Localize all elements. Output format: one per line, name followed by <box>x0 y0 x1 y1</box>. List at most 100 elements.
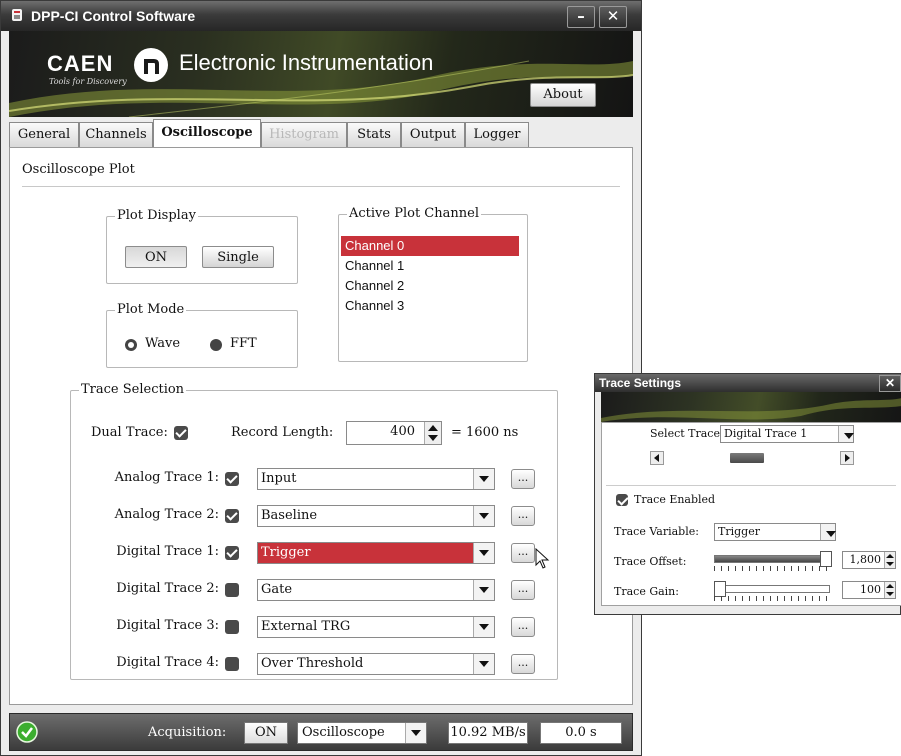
digital-trace-1-row: Digital Trace 1: Trigger ... <box>71 542 557 569</box>
digital-trace-3-settings-button[interactable]: ... <box>511 617 535 637</box>
analog-trace-2-checkbox[interactable] <box>225 509 239 523</box>
digital-trace-4-settings-button[interactable]: ... <box>511 654 535 674</box>
tab-general[interactable]: General <box>9 122 79 147</box>
trace-variable-dropdown[interactable]: Trigger <box>714 523 836 541</box>
scroll-left-icon[interactable] <box>650 451 664 465</box>
digital-trace-4-checkbox[interactable] <box>225 657 239 671</box>
plot-single-button[interactable]: Single <box>202 246 274 268</box>
digital-trace-1-label: Digital Trace 1: <box>116 544 219 559</box>
select-trace-dropdown[interactable]: Digital Trace 1 <box>720 425 854 443</box>
fft-radio-icon[interactable] <box>210 339 222 351</box>
analog-trace-1-select[interactable]: Input <box>257 468 495 490</box>
chevron-down-icon[interactable] <box>473 617 494 637</box>
wave-radio-label: Wave <box>145 336 181 351</box>
analog-trace-2-select[interactable]: Baseline <box>257 505 495 527</box>
chevron-down-icon[interactable] <box>820 524 836 540</box>
tab-output[interactable]: Output <box>401 122 465 147</box>
digital-trace-3-select[interactable]: External TRG <box>257 616 495 638</box>
data-rate-display: 10.92 MB/s <box>448 722 528 744</box>
trace-enabled-checkbox[interactable] <box>616 494 628 506</box>
scroll-thumb[interactable] <box>730 453 764 463</box>
channel-list-item-3[interactable]: Channel 3 <box>341 296 519 316</box>
analog-trace-2-row: Analog Trace 2: Baseline ... <box>71 505 557 527</box>
trace-offset-slider[interactable] <box>714 551 832 573</box>
tab-stats[interactable]: Stats <box>347 122 401 147</box>
channel-list[interactable]: Channel 0 Channel 1 Channel 2 Channel 3 <box>339 215 525 359</box>
record-length-spin-icon[interactable] <box>424 422 441 444</box>
channel-list-item-2[interactable]: Channel 2 <box>341 276 519 296</box>
trace-settings-divider <box>606 485 896 486</box>
close-icon: ✕ <box>606 7 620 25</box>
digital-trace-1-select[interactable]: Trigger <box>257 542 495 564</box>
trace-enabled-label: Trace Enabled <box>634 493 716 506</box>
trace-gain-spinner[interactable]: 100 <box>842 581 896 599</box>
chevron-down-icon[interactable] <box>473 469 494 489</box>
tab-oscilloscope[interactable]: Oscilloscope <box>153 119 261 148</box>
trace-variable-label: Trace Variable: <box>614 525 699 538</box>
tab-channels[interactable]: Channels <box>79 122 153 147</box>
digital-trace-4-row: Digital Trace 4: Over Threshold ... <box>71 653 557 675</box>
analog-trace-1-checkbox[interactable] <box>225 472 239 486</box>
caen-logo-icon <box>133 47 169 83</box>
digital-trace-1-value: Trigger <box>261 545 311 560</box>
trace-gain-spin-icon[interactable] <box>884 582 895 598</box>
channel-list-item-0[interactable]: Channel 0 <box>341 236 519 256</box>
trace-gain-handle[interactable] <box>714 581 726 597</box>
close-button[interactable]: ✕ <box>599 6 627 28</box>
minimize-button[interactable]: – <box>567 6 595 28</box>
trace-offset-handle[interactable] <box>820 551 832 567</box>
chevron-down-icon[interactable] <box>405 723 426 743</box>
trace-settings-banner <box>601 392 901 422</box>
status-bar: Acquisition: ON Oscilloscope 10.92 MB/s … <box>9 713 633 751</box>
wave-radio-option[interactable]: Wave <box>125 336 195 352</box>
trace-offset-value: 1,800 <box>849 553 882 566</box>
plot-display-legend: Plot Display <box>115 208 198 223</box>
plot-on-button[interactable]: ON <box>125 246 187 268</box>
digital-trace-3-row: Digital Trace 3: External TRG ... <box>71 616 557 638</box>
chevron-down-icon[interactable] <box>838 426 854 442</box>
elapsed-time-display: 0.0 s <box>540 722 622 744</box>
app-icon <box>9 7 25 23</box>
trace-gain-slider[interactable] <box>714 581 832 603</box>
chevron-down-icon[interactable] <box>473 580 494 600</box>
banner: CAEN Tools for Discovery Electronic Inst… <box>9 31 633 117</box>
scroll-right-icon[interactable] <box>840 451 854 465</box>
trace-selector-scrollbar[interactable] <box>650 451 854 465</box>
fft-radio-label: FFT <box>230 336 257 351</box>
acquisition-on-button[interactable]: ON <box>244 722 288 744</box>
digital-trace-1-checkbox[interactable] <box>225 546 239 560</box>
tab-logger[interactable]: Logger <box>465 122 529 147</box>
acquisition-mode-select[interactable]: Oscilloscope <box>297 722 427 744</box>
digital-trace-2-checkbox[interactable] <box>225 583 239 597</box>
analog-trace-1-settings-button[interactable]: ... <box>511 469 535 489</box>
chevron-down-icon[interactable] <box>473 506 494 526</box>
minimize-icon: – <box>577 7 585 25</box>
channel-list-item-1[interactable]: Channel 1 <box>341 256 519 276</box>
digital-trace-3-checkbox[interactable] <box>225 620 239 634</box>
digital-trace-2-select[interactable]: Gate <box>257 579 495 601</box>
digital-trace-1-settings-button[interactable]: ... <box>511 543 535 563</box>
trace-offset-spin-icon[interactable] <box>884 552 895 568</box>
trace-settings-close-icon[interactable]: ✕ <box>879 375 901 392</box>
title-bar[interactable]: DPP-CI Control Software – ✕ <box>1 1 641 31</box>
digital-trace-4-select[interactable]: Over Threshold <box>257 653 495 675</box>
chevron-down-icon[interactable] <box>473 543 494 563</box>
trace-offset-ticks <box>714 566 828 571</box>
wave-radio-icon[interactable] <box>125 339 137 351</box>
dual-trace-checkbox[interactable] <box>174 426 188 440</box>
record-length-spinner[interactable]: 400 <box>346 421 442 445</box>
digital-trace-4-value: Over Threshold <box>261 656 364 671</box>
acquisition-mode-value: Oscilloscope <box>302 725 385 740</box>
trace-variable-value: Trigger <box>718 525 760 538</box>
digital-trace-2-value: Gate <box>261 582 293 597</box>
digital-trace-2-settings-button[interactable]: ... <box>511 580 535 600</box>
trace-selection-group: Trace Selection Dual Trace: Record Lengt… <box>70 382 558 680</box>
brand-tagline: Tools for Discovery <box>49 77 127 86</box>
trace-settings-title-bar[interactable]: Trace Settings ✕ <box>595 374 901 392</box>
chevron-down-icon[interactable] <box>473 654 494 674</box>
about-button[interactable]: About <box>530 83 596 107</box>
fft-radio-option[interactable]: FFT <box>210 336 270 352</box>
analog-trace-2-settings-button[interactable]: ... <box>511 506 535 526</box>
tab-histogram[interactable]: Histogram <box>261 122 347 147</box>
trace-offset-spinner[interactable]: 1,800 <box>842 551 896 569</box>
